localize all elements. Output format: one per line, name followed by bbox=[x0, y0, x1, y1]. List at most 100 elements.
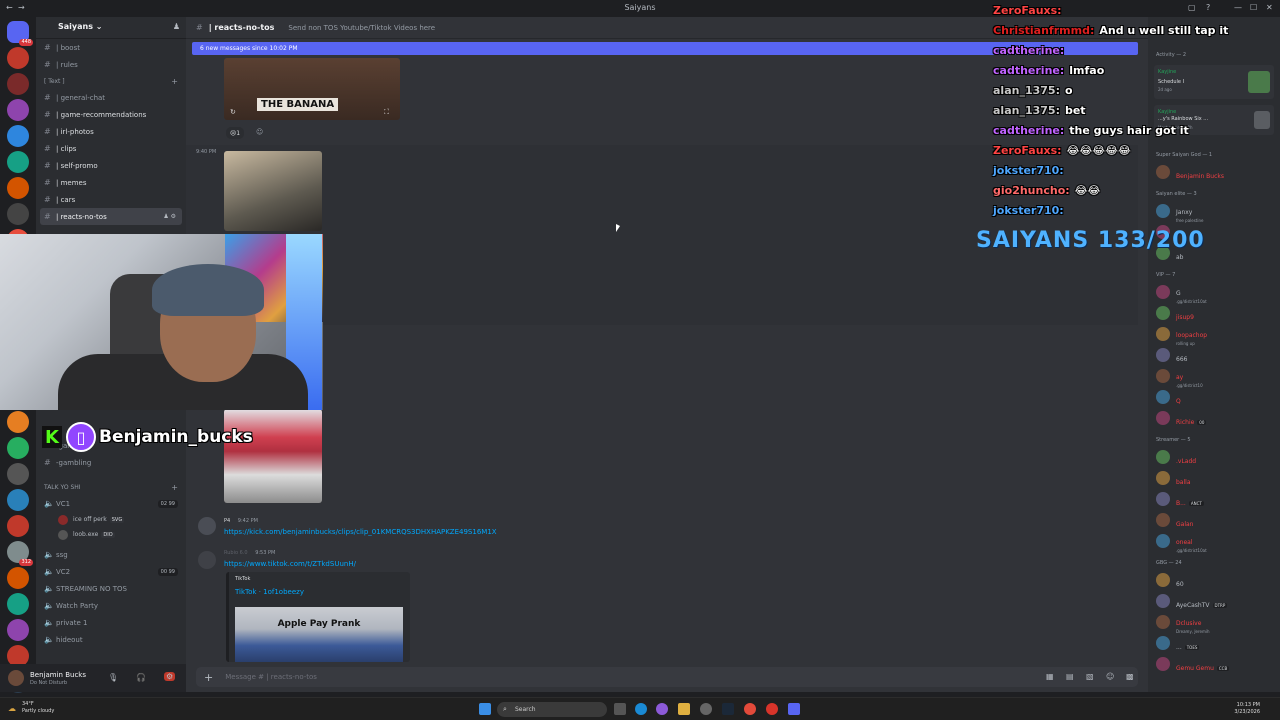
member-row[interactable]: oneal .gg/district10at bbox=[1156, 533, 1278, 553]
maximize-icon[interactable]: ☐ bbox=[1250, 3, 1257, 12]
message-author[interactable]: P4 bbox=[224, 518, 230, 524]
message-author[interactable]: Rubio 6.0 bbox=[224, 550, 248, 556]
member-row[interactable]: Galan bbox=[1156, 512, 1278, 528]
message-composer[interactable]: + Message # | reacts-no-tos ▦ ▤ ▧ ☺ ▩ bbox=[196, 667, 1138, 687]
server-icon[interactable] bbox=[7, 125, 29, 147]
microphone-icon[interactable]: 🎙 bbox=[108, 673, 118, 682]
copilot-icon[interactable] bbox=[656, 703, 668, 715]
edge-icon[interactable] bbox=[635, 703, 647, 715]
server-icon[interactable] bbox=[7, 73, 29, 95]
add-channel-icon[interactable]: + bbox=[171, 77, 178, 86]
server-header[interactable]: Saiyans ⌄ ♟ bbox=[36, 17, 186, 39]
category-voice[interactable]: TALK YO SHI + bbox=[36, 479, 186, 495]
server-icon[interactable] bbox=[7, 489, 29, 511]
member-row[interactable]: loopachop rolling up bbox=[1156, 326, 1278, 346]
avatar[interactable] bbox=[8, 670, 24, 686]
server-icon[interactable] bbox=[7, 47, 29, 69]
server-icon[interactable] bbox=[7, 411, 29, 433]
channel-item[interactable]: # | memes bbox=[36, 174, 186, 191]
embed-thumbnail[interactable]: Apple Pay Prank bbox=[235, 607, 403, 662]
sticker-icon[interactable]: ▧ bbox=[1086, 672, 1094, 681]
apps-icon[interactable]: ▩ bbox=[1126, 672, 1134, 681]
voice-channel-item[interactable]: 🔈 Watch Party bbox=[36, 597, 186, 614]
member-row[interactable]: .vLadd bbox=[1156, 449, 1278, 465]
voice-channel-item[interactable]: 🔈 STREAMING NO TOS bbox=[36, 580, 186, 597]
emoji-icon[interactable]: ☺ bbox=[1106, 672, 1114, 681]
gif-icon[interactable]: ▤ bbox=[1066, 672, 1074, 681]
gift-icon[interactable]: ▦ bbox=[1046, 672, 1054, 681]
system-clock[interactable]: 10:13 PM 3/23/2026 bbox=[1234, 702, 1260, 716]
channel-item[interactable]: # | self-promo bbox=[36, 157, 186, 174]
channel-item[interactable]: # | general-chat bbox=[36, 89, 186, 106]
server-icon[interactable]: 312 bbox=[7, 541, 33, 566]
server-icon[interactable] bbox=[7, 99, 29, 121]
steam-icon[interactable] bbox=[722, 703, 734, 715]
reaction-pill[interactable]: 😢 1 bbox=[226, 127, 245, 139]
file-explorer-icon[interactable] bbox=[678, 703, 690, 715]
member-row[interactable]: Dclusive Dreamy, Jeremih bbox=[1156, 614, 1278, 634]
category-text[interactable]: [ Text ] + bbox=[36, 73, 186, 89]
channel-topic[interactable]: Send non TOS Youtube/Tiktok Videos here bbox=[288, 24, 435, 32]
image-attachment[interactable] bbox=[224, 151, 322, 231]
add-reaction-icon[interactable]: ☺ bbox=[256, 128, 263, 136]
voice-user[interactable]: loob.exe DIO bbox=[36, 527, 186, 542]
avatar[interactable] bbox=[198, 517, 216, 535]
voice-channel-vc1[interactable]: 🔈 VC1 02 99 bbox=[36, 495, 186, 512]
headphones-icon[interactable]: 🎧 bbox=[136, 673, 146, 682]
voice-channel-item[interactable]: 🔈 VC2 00 99 bbox=[36, 563, 186, 580]
server-icon[interactable] bbox=[7, 203, 29, 225]
fullscreen-icon[interactable]: ⛶ bbox=[384, 108, 389, 117]
member-row[interactable]: 60 bbox=[1156, 572, 1278, 588]
voice-channel-item[interactable]: 🔈 ssg bbox=[36, 546, 186, 563]
member-row[interactable]: ay .gg/district10 bbox=[1156, 368, 1278, 388]
server-icon[interactable] bbox=[7, 619, 29, 641]
add-attachment-icon[interactable]: + bbox=[204, 671, 213, 684]
member-row[interactable]: Gemu Gemu CCB bbox=[1156, 656, 1278, 672]
member-row[interactable]: Q bbox=[1156, 389, 1278, 405]
video-attachment[interactable]: THE BANANA ↻ ⛶ bbox=[224, 58, 400, 120]
member-row[interactable]: AyeCashTV DTRP bbox=[1156, 593, 1278, 609]
message-input[interactable]: Message # | reacts-no-tos bbox=[225, 673, 317, 681]
settings-app-icon[interactable] bbox=[700, 703, 712, 715]
task-view-icon[interactable] bbox=[614, 703, 626, 715]
server-icon[interactable]: 448 bbox=[7, 21, 33, 46]
voice-channel-item[interactable]: 🔈 hideout bbox=[36, 631, 186, 648]
embed-title[interactable]: TikTok · 1of1obeezy bbox=[235, 588, 304, 596]
member-row[interactable]: 666 bbox=[1156, 347, 1278, 363]
member-row[interactable]: balla bbox=[1156, 470, 1278, 486]
server-icon[interactable] bbox=[7, 515, 29, 537]
obs-icon[interactable] bbox=[766, 703, 778, 715]
voice-channel-item[interactable]: 🔈 private 1 bbox=[36, 614, 186, 631]
server-icon[interactable] bbox=[7, 151, 29, 173]
add-voice-channel-icon[interactable]: + bbox=[171, 483, 178, 492]
channel-item[interactable]: # | rules bbox=[36, 56, 186, 73]
kick-clip-link[interactable]: https://kick.com/benjaminbucks/clips/cli… bbox=[224, 528, 497, 536]
member-row[interactable]: Richie 00 bbox=[1156, 410, 1278, 426]
weather-widget[interactable]: 34°F Partly cloudy bbox=[22, 701, 54, 715]
add-member-icon[interactable]: ♟ ⚙ bbox=[163, 213, 176, 220]
server-icon[interactable] bbox=[7, 463, 29, 485]
channel-item[interactable]: # | cars bbox=[36, 191, 186, 208]
chrome-icon[interactable] bbox=[744, 703, 756, 715]
avatar[interactable] bbox=[198, 551, 216, 569]
member-row[interactable]: B... ANCT bbox=[1156, 491, 1278, 507]
tiktok-link[interactable]: https://www.tiktok.com/t/ZTkdSUunH/ bbox=[224, 560, 356, 568]
server-icon[interactable] bbox=[7, 437, 29, 459]
server-icon[interactable] bbox=[7, 567, 29, 589]
settings-gear-icon[interactable]: ⚙ bbox=[164, 672, 176, 681]
voice-user[interactable]: ice off perk SVG bbox=[36, 512, 186, 527]
channel-item[interactable]: # | clips bbox=[36, 140, 186, 157]
replay-icon[interactable]: ↻ bbox=[230, 108, 236, 116]
taskbar-search[interactable]: ⌕ Search bbox=[497, 702, 607, 717]
channel-item[interactable]: # -gambling bbox=[36, 454, 186, 471]
member-row[interactable]: G .gg/district10at bbox=[1156, 284, 1278, 304]
channel-item[interactable]: # | reacts-no-tos ♟ ⚙ bbox=[40, 208, 182, 225]
windows-start-icon[interactable] bbox=[479, 703, 491, 715]
server-icon[interactable] bbox=[7, 593, 29, 615]
close-icon[interactable]: ✕ bbox=[1266, 3, 1273, 12]
server-icon[interactable] bbox=[7, 177, 29, 199]
discord-app-icon[interactable] bbox=[788, 703, 800, 715]
channel-item[interactable]: # | irl-photos bbox=[36, 123, 186, 140]
channel-item[interactable]: # | boost bbox=[36, 39, 186, 56]
member-row[interactable]: ... TOES bbox=[1156, 635, 1278, 651]
